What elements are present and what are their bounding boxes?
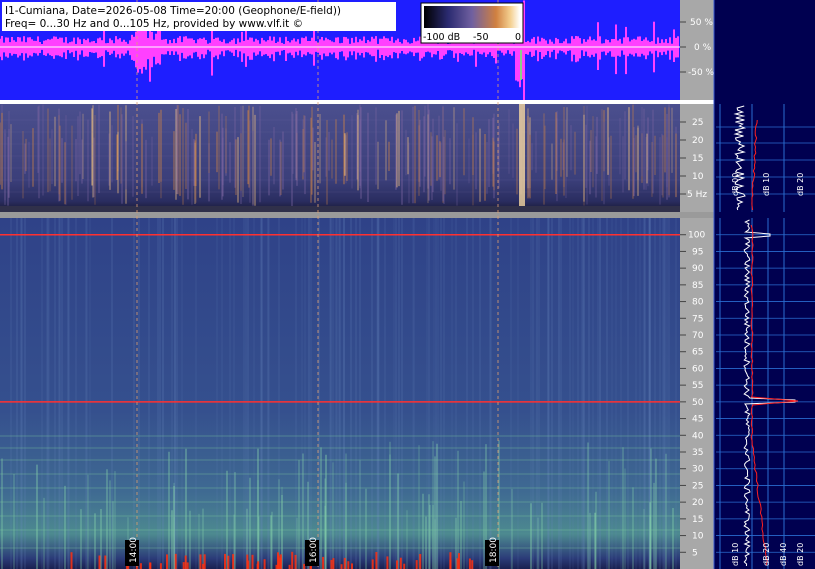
time-label: 14:00 xyxy=(125,537,139,566)
spectrum-high-xtick: dB 20 xyxy=(796,543,805,566)
spectrum-high-xtick: dB 40 xyxy=(779,543,788,566)
colorbar-label: -50 xyxy=(473,32,489,43)
header-line-2: Freq= 0...30 Hz and 0...105 Hz, provided… xyxy=(5,18,303,30)
high-spectrogram-ytick: 50 xyxy=(692,398,704,408)
high-spectrogram-ytick: 5 xyxy=(692,548,698,558)
high-spectrogram-ytick: 95 xyxy=(692,247,703,257)
high-spectrogram-ytick: 70 xyxy=(692,331,704,341)
spectrum-high-xtick: dB 20 xyxy=(762,543,771,566)
high-spectrogram-ytick: 75 xyxy=(692,314,703,324)
high-spectrogram-ytick: 90 xyxy=(692,264,704,274)
high-spectrogram-ytick: 45 xyxy=(692,415,703,425)
time-label-18: 18:00 xyxy=(489,537,499,563)
high-spectrogram-ytick: 15 xyxy=(692,515,703,525)
high-spectrogram-ytick: 100 xyxy=(688,231,705,241)
colorbar-gradient xyxy=(424,6,520,28)
low-spectrogram-ytick: 25 xyxy=(692,118,703,128)
spectrum-high-xtick: dB 10 xyxy=(731,543,740,566)
colorbar-label: 0 xyxy=(515,32,521,43)
high-spectrogram-ytick: 55 xyxy=(692,381,703,391)
high-spectrogram-ytick: 30 xyxy=(692,465,704,475)
low-spectrogram-ytick: 5 Hz xyxy=(687,190,707,200)
high-spectrogram-ytick: 25 xyxy=(692,481,703,491)
high-spectrogram-ytick: 10 xyxy=(692,532,704,542)
spectrum-low-xtick: dB 20 xyxy=(796,173,805,196)
time-label-16: 16:00 xyxy=(309,537,319,563)
high-spectrogram-ytick: 65 xyxy=(692,348,703,358)
time-label-14: 14:00 xyxy=(129,537,139,563)
high-spectrogram-ytick: 35 xyxy=(692,448,703,458)
colorbar-label: -100 dB xyxy=(423,32,460,43)
high-spectrogram-ytick: 40 xyxy=(692,431,704,441)
spectrogram-figure: 50 % 0 % -50 % 5 Hz 10 15 20 25 5 10 15 20 25 30 3… xyxy=(0,0,815,569)
high-spectrogram-ytick: 60 xyxy=(692,364,704,374)
high-spectrogram-ytick: 80 xyxy=(692,298,704,308)
spectrum-low-xtick: dB 10 xyxy=(762,173,771,196)
low-spectrogram-ytick: 20 xyxy=(692,136,704,146)
time-label: 18:00 xyxy=(485,537,499,566)
high-spectrogram-ytick: 85 xyxy=(692,281,703,291)
header-line-1: I1-Cumiana, Date=2026-05-08 Time=20:00 (… xyxy=(5,5,341,17)
low-spectrogram-ytick: 15 xyxy=(692,154,703,164)
waveform-ytick: 0 % xyxy=(694,43,712,53)
spectrum-low-xtick: dB 00 xyxy=(731,173,740,196)
low-spectrogram-ytick: 10 xyxy=(692,172,704,182)
high-spectrogram-ytick: 20 xyxy=(692,498,704,508)
waveform-ytick: 50 % xyxy=(690,18,713,28)
waveform-ytick: -50 % xyxy=(688,68,715,78)
time-label: 16:00 xyxy=(305,537,319,566)
